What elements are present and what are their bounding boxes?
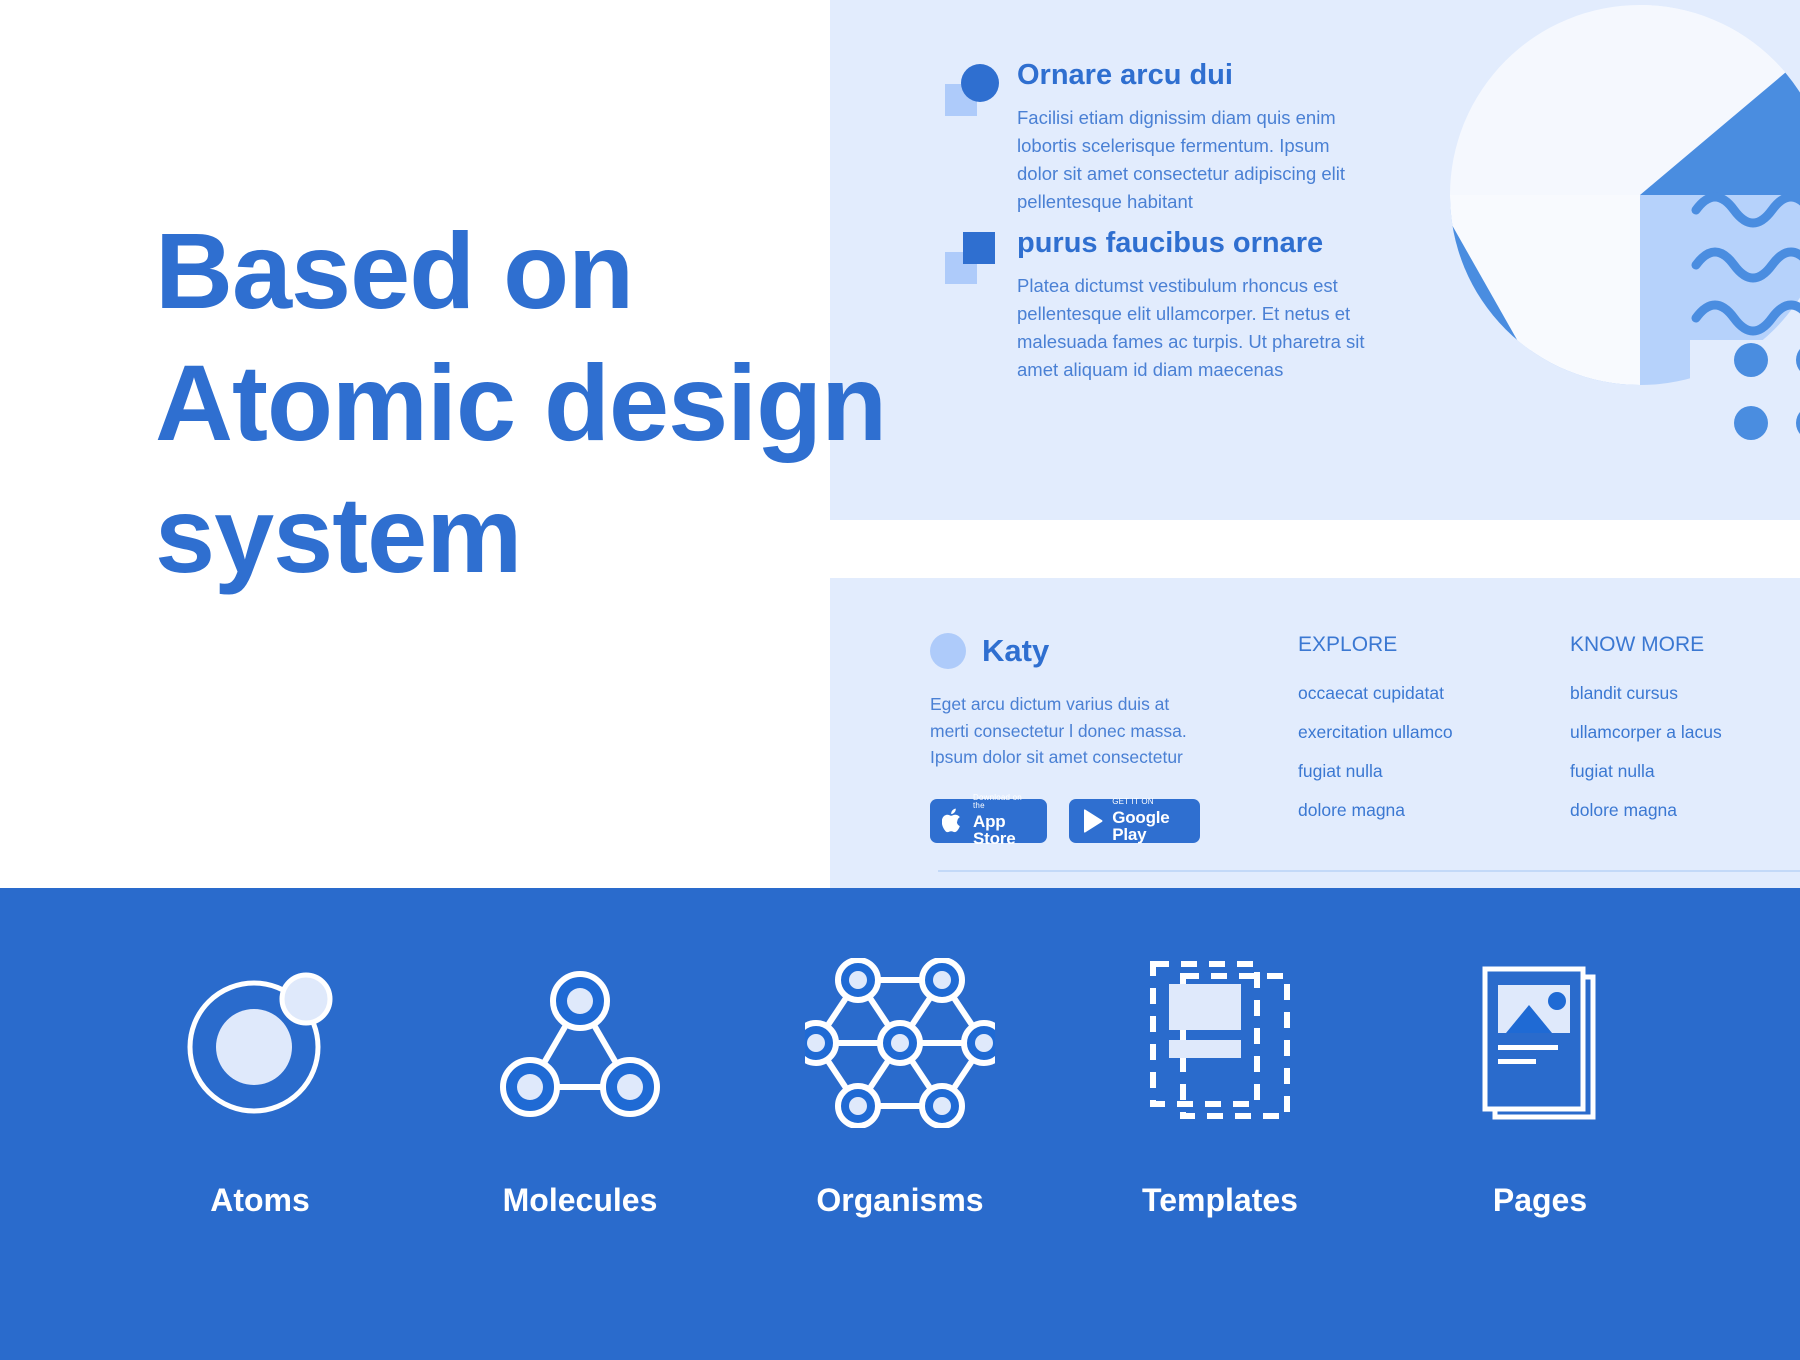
- stage-label: Organisms: [816, 1182, 984, 1218]
- app-store-small-label: Download on the: [973, 793, 1022, 811]
- slide-canvas: Ornare arcu dui Facilisi etiam dignissim…: [0, 0, 1800, 1360]
- feature-title: Ornare arcu dui: [1017, 59, 1233, 91]
- footer-divider: [938, 870, 1800, 872]
- atomic-stage-list: Atoms Molecules Organisms Templates Page…: [0, 888, 1800, 1360]
- page-title: Based on Atomic design system: [155, 210, 887, 595]
- footer-link[interactable]: fugiat nulla: [1570, 761, 1722, 782]
- stage-label: Atoms: [210, 1182, 310, 1218]
- avatar: [930, 633, 966, 669]
- template-frames-icon: [1145, 948, 1295, 1138]
- google-play-button[interactable]: GET IT ON Google Play: [1069, 797, 1200, 845]
- footer-link[interactable]: occaecat cupidatat: [1298, 683, 1453, 704]
- stage-label: Pages: [1492, 1182, 1588, 1218]
- features-panel: Ornare arcu dui Facilisi etiam dignissim…: [830, 0, 1800, 520]
- footer-link[interactable]: dolore magna: [1570, 800, 1722, 821]
- app-store-label: App Store: [973, 812, 1016, 849]
- footer-column-know-more: KNOW MORE blandit cursus ullamcorper a l…: [1570, 633, 1722, 839]
- brand-description: Eget arcu dictum varius duis at merti co…: [930, 694, 1187, 768]
- feature-item: purus faucibus ornare Platea dictumst ve…: [945, 227, 1385, 384]
- footer-link[interactable]: ullamcorper a lacus: [1570, 722, 1722, 743]
- footer-link[interactable]: exercitation ullamco: [1298, 722, 1453, 743]
- feature-body: Platea dictumst vestibulum rhoncus est p…: [1017, 274, 1365, 381]
- molecule-triangle-icon: [496, 948, 664, 1138]
- column-heading: EXPLORE: [1298, 633, 1398, 656]
- footer-link[interactable]: fugiat nulla: [1298, 761, 1453, 782]
- google-play-label: Google Play: [1112, 808, 1170, 845]
- footer-link[interactable]: blandit cursus: [1570, 683, 1722, 704]
- circle-on-square-marker-icon: [945, 64, 1001, 116]
- footer-link[interactable]: dolore magna: [1298, 800, 1453, 821]
- stage-atoms[interactable]: Atoms: [100, 888, 420, 1219]
- column-heading: KNOW MORE: [1570, 633, 1705, 656]
- organism-hexagon-icon: [805, 948, 995, 1138]
- footer-column-explore: EXPLORE occaecat cupidatat exercitation …: [1298, 633, 1453, 839]
- stage-molecules[interactable]: Molecules: [420, 888, 740, 1219]
- store-badges: Download on the App Store GET IT ON Goog…: [930, 794, 1200, 847]
- google-play-small-label: GET IT ON: [1112, 797, 1154, 807]
- feature-body: Facilisi etiam dignissim diam quis enim …: [1017, 106, 1346, 213]
- feature-item: Ornare arcu dui Facilisi etiam dignissim…: [945, 59, 1365, 216]
- stage-label: Molecules: [502, 1182, 658, 1218]
- stage-templates[interactable]: Templates: [1060, 888, 1380, 1219]
- stage-organisms[interactable]: Organisms: [740, 888, 1060, 1219]
- stage-pages: Pages: [1380, 888, 1700, 1219]
- app-store-button[interactable]: Download on the App Store: [930, 794, 1048, 847]
- brand-name: Katy: [982, 633, 1050, 668]
- stage-label: Templates: [1142, 1182, 1298, 1218]
- brand-block: Katy Eget arcu dictum varius duis at mer…: [930, 633, 1200, 847]
- google-play-icon: [1081, 808, 1103, 834]
- apple-logo-icon: [942, 808, 964, 834]
- footer-panel: Katy Eget arcu dictum varius duis at mer…: [830, 578, 1800, 888]
- atom-icon: [182, 948, 338, 1138]
- feature-title: purus faucibus ornare: [1017, 227, 1324, 259]
- pages-document-icon: [1465, 948, 1615, 1138]
